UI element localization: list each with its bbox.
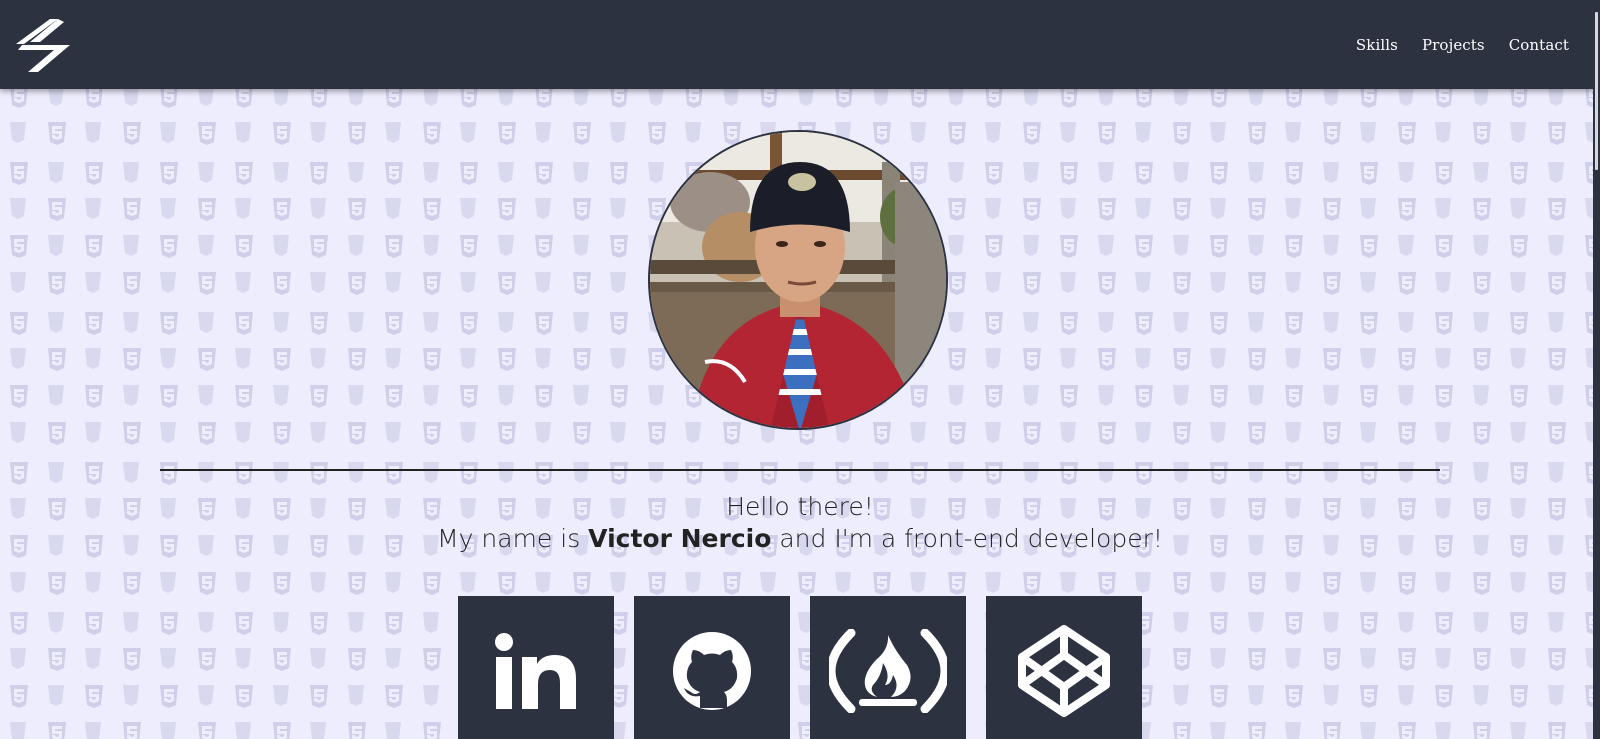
nav-link-contact[interactable]: Contact xyxy=(1509,36,1569,54)
linkedin-icon xyxy=(495,633,576,709)
freecodecamp-icon xyxy=(829,629,947,713)
intro-prefix: My name is xyxy=(437,524,589,553)
nav-links: Skills Projects Contact xyxy=(1356,0,1590,89)
navbar: Skills Projects Contact xyxy=(0,0,1600,89)
scrollbar-thumb[interactable] xyxy=(1595,12,1598,170)
profile-photo xyxy=(648,130,948,430)
linkedin-button[interactable] xyxy=(458,596,614,739)
intro-text: My name is Victor Nercio and I'm a front… xyxy=(0,524,1600,553)
freecodecamp-button[interactable] xyxy=(810,596,966,739)
codepen-icon xyxy=(1018,625,1110,717)
github-button[interactable] xyxy=(634,596,790,739)
section-divider xyxy=(160,469,1440,471)
codepen-button[interactable] xyxy=(986,596,1142,739)
nav-link-projects[interactable]: Projects xyxy=(1422,36,1485,54)
nav-link-skills[interactable]: Skills xyxy=(1356,36,1398,54)
intro-suffix: and I'm a front-end developer! xyxy=(771,524,1163,553)
lightning-logo-icon[interactable] xyxy=(14,16,76,74)
developer-name: Victor Nercio xyxy=(588,524,772,553)
greeting-text: Hello there! xyxy=(726,492,874,521)
social-links xyxy=(458,596,1142,739)
github-icon xyxy=(673,632,751,710)
page-scrollbar[interactable] xyxy=(1593,0,1600,739)
